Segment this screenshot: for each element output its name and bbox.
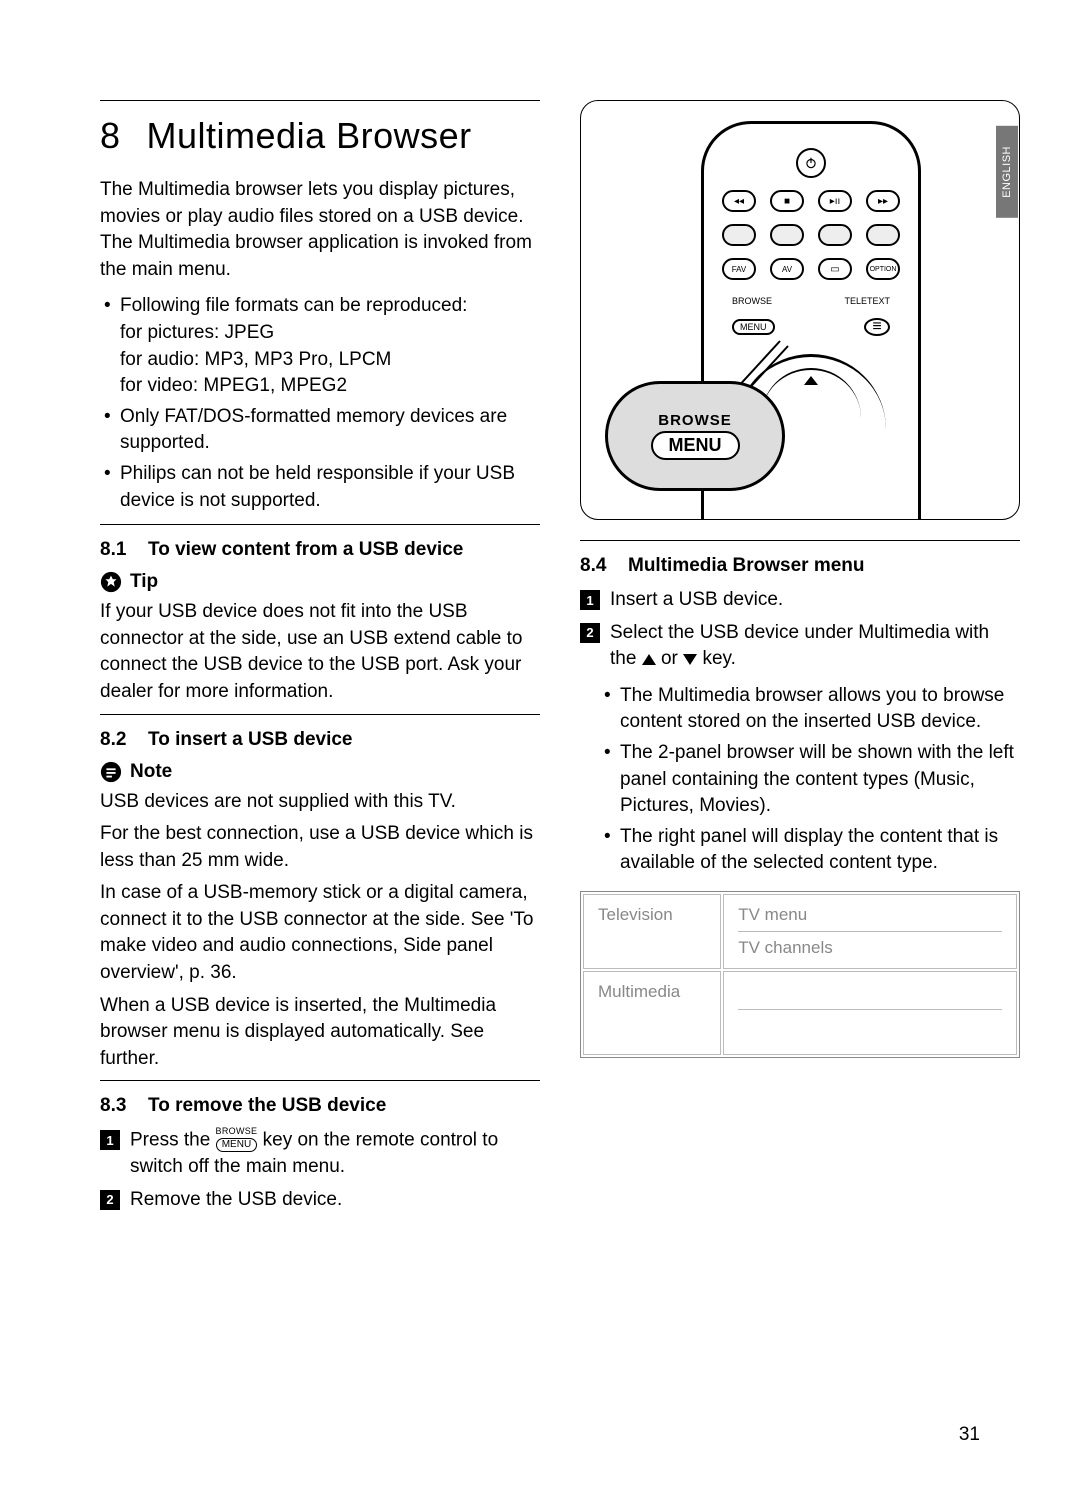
subsection-title: To insert a USB device: [148, 729, 353, 751]
divider: [580, 540, 1020, 541]
subsection-title: Multimedia Browser menu: [628, 555, 865, 577]
step-number-icon: 1: [580, 590, 600, 610]
subsection-8-1: 8.1 To view content from a USB device: [100, 539, 540, 561]
step-2-text: Remove the USB device.: [130, 1187, 342, 1214]
note-p3: In case of a USB-memory stick or a digit…: [100, 880, 540, 986]
step-number-icon: 2: [100, 1190, 120, 1210]
intro-text: The Multimedia browser lets you display …: [100, 177, 540, 283]
table-cell-multimedia: Multimedia: [583, 971, 721, 1055]
note-p1: USB devices are not supplied with this T…: [100, 789, 540, 816]
callout-menu-label: MENU: [651, 431, 740, 460]
note-row: Note: [100, 761, 540, 783]
power-icon: [796, 148, 826, 178]
divider: [100, 100, 540, 101]
formats-lead: Following file formats can be reproduced…: [120, 295, 467, 316]
note-p4: When a USB device is inserted, the Multi…: [100, 993, 540, 1073]
table-cell-tv-right: TV menu TV channels: [723, 894, 1017, 969]
right-column: ◂◂ ■ ▸ıı ▸▸ FAV AV: [580, 100, 1020, 1220]
subsection-number: 8.4: [580, 555, 614, 577]
table-cell-mm-right: [723, 971, 1017, 1055]
subsection-8-3: 8.3 To remove the USB device: [100, 1095, 540, 1117]
section-number: 8: [100, 115, 121, 157]
fav-button: FAV: [722, 258, 756, 280]
forward-icon: ▸▸: [866, 190, 900, 212]
tip-label: Tip: [130, 571, 158, 593]
note-p2: For the best connection, use a USB devic…: [100, 821, 540, 874]
color-button: [818, 224, 852, 246]
bullet-c: The right panel will display the content…: [600, 824, 1020, 877]
note-icon: [100, 761, 122, 783]
divider: [100, 1080, 540, 1081]
page-number: 31: [959, 1424, 980, 1446]
fat-note: Only FAT/DOS-formatted memory devices ar…: [100, 404, 540, 457]
s84-bullets: The Multimedia browser allows you to bro…: [600, 683, 1020, 877]
subsection-8-2: 8.2 To insert a USB device: [100, 729, 540, 751]
av-button: AV: [770, 258, 804, 280]
menu-table: Television TV menu TV channels Multimedi…: [580, 891, 1020, 1058]
bullet-b: The 2-panel browser will be shown with t…: [600, 740, 1020, 820]
teletext-button: ≡: [864, 318, 890, 336]
stop-icon: ■: [770, 190, 804, 212]
step-2: 2 Select the USB device under Multimedia…: [580, 620, 1020, 673]
step-2-text-b: or: [661, 648, 683, 669]
subsection-number: 8.3: [100, 1095, 134, 1117]
remote-illustration: ◂◂ ■ ▸ıı ▸▸ FAV AV: [580, 100, 1020, 520]
tip-text: If your USB device does not fit into the…: [100, 599, 540, 705]
play-pause-icon: ▸ıı: [818, 190, 852, 212]
step-1: 1 Insert a USB device.: [580, 587, 1020, 614]
formats-pictures: for pictures: JPEG: [120, 322, 274, 343]
browse-label: BROWSE: [732, 296, 772, 306]
teletext-label: TELETEXT: [844, 296, 890, 306]
left-column: 8 Multimedia Browser The Multimedia brow…: [100, 100, 540, 1220]
option-button: OPTION: [866, 258, 900, 280]
callout-browse-label: BROWSE: [658, 412, 732, 429]
tv-channels-label: TV channels: [738, 938, 1002, 958]
subsection-8-4: 8.4 Multimedia Browser menu: [580, 555, 1020, 577]
divider: [100, 524, 540, 525]
step-1: 1 Press the BROWSE MENU key on the remot…: [100, 1127, 540, 1181]
note-label: Note: [130, 761, 172, 783]
step-number-icon: 2: [580, 623, 600, 643]
down-arrow-icon: [683, 654, 697, 665]
philips-note: Philips can not be held responsible if y…: [100, 461, 540, 514]
rewind-icon: ◂◂: [722, 190, 756, 212]
formats-audio: for audio: MP3, MP3 Pro, LPCM: [120, 349, 391, 370]
subsection-title: To view content from a USB device: [148, 539, 463, 561]
divider: [100, 714, 540, 715]
step-number-icon: 1: [100, 1130, 120, 1150]
subsection-title: To remove the USB device: [148, 1095, 386, 1117]
tv-menu-label: TV menu: [738, 905, 1002, 932]
step-2-text-c: key.: [702, 648, 735, 669]
browse-menu-callout: BROWSE MENU: [605, 381, 785, 491]
step-1-text: Insert a USB device.: [610, 587, 783, 614]
step-1-text-a: Press the: [130, 1130, 216, 1151]
table-cell-television: Television: [583, 894, 721, 969]
color-button: [866, 224, 900, 246]
tip-icon: [100, 571, 122, 593]
formats-video: for video: MPEG1, MPEG2: [120, 375, 347, 396]
section-heading: 8 Multimedia Browser: [100, 115, 540, 157]
format-button: ▭: [818, 258, 852, 280]
formats-list: Following file formats can be reproduced…: [100, 293, 540, 514]
tip-row: Tip: [100, 571, 540, 593]
step-2: 2 Remove the USB device.: [100, 1187, 540, 1214]
color-button: [770, 224, 804, 246]
subsection-number: 8.2: [100, 729, 134, 751]
menu-key-icon: BROWSE MENU: [216, 1125, 258, 1152]
up-arrow-icon: [642, 654, 656, 665]
color-button: [722, 224, 756, 246]
subsection-number: 8.1: [100, 539, 134, 561]
section-title: Multimedia Browser: [147, 115, 472, 157]
bullet-a: The Multimedia browser allows you to bro…: [600, 683, 1020, 736]
